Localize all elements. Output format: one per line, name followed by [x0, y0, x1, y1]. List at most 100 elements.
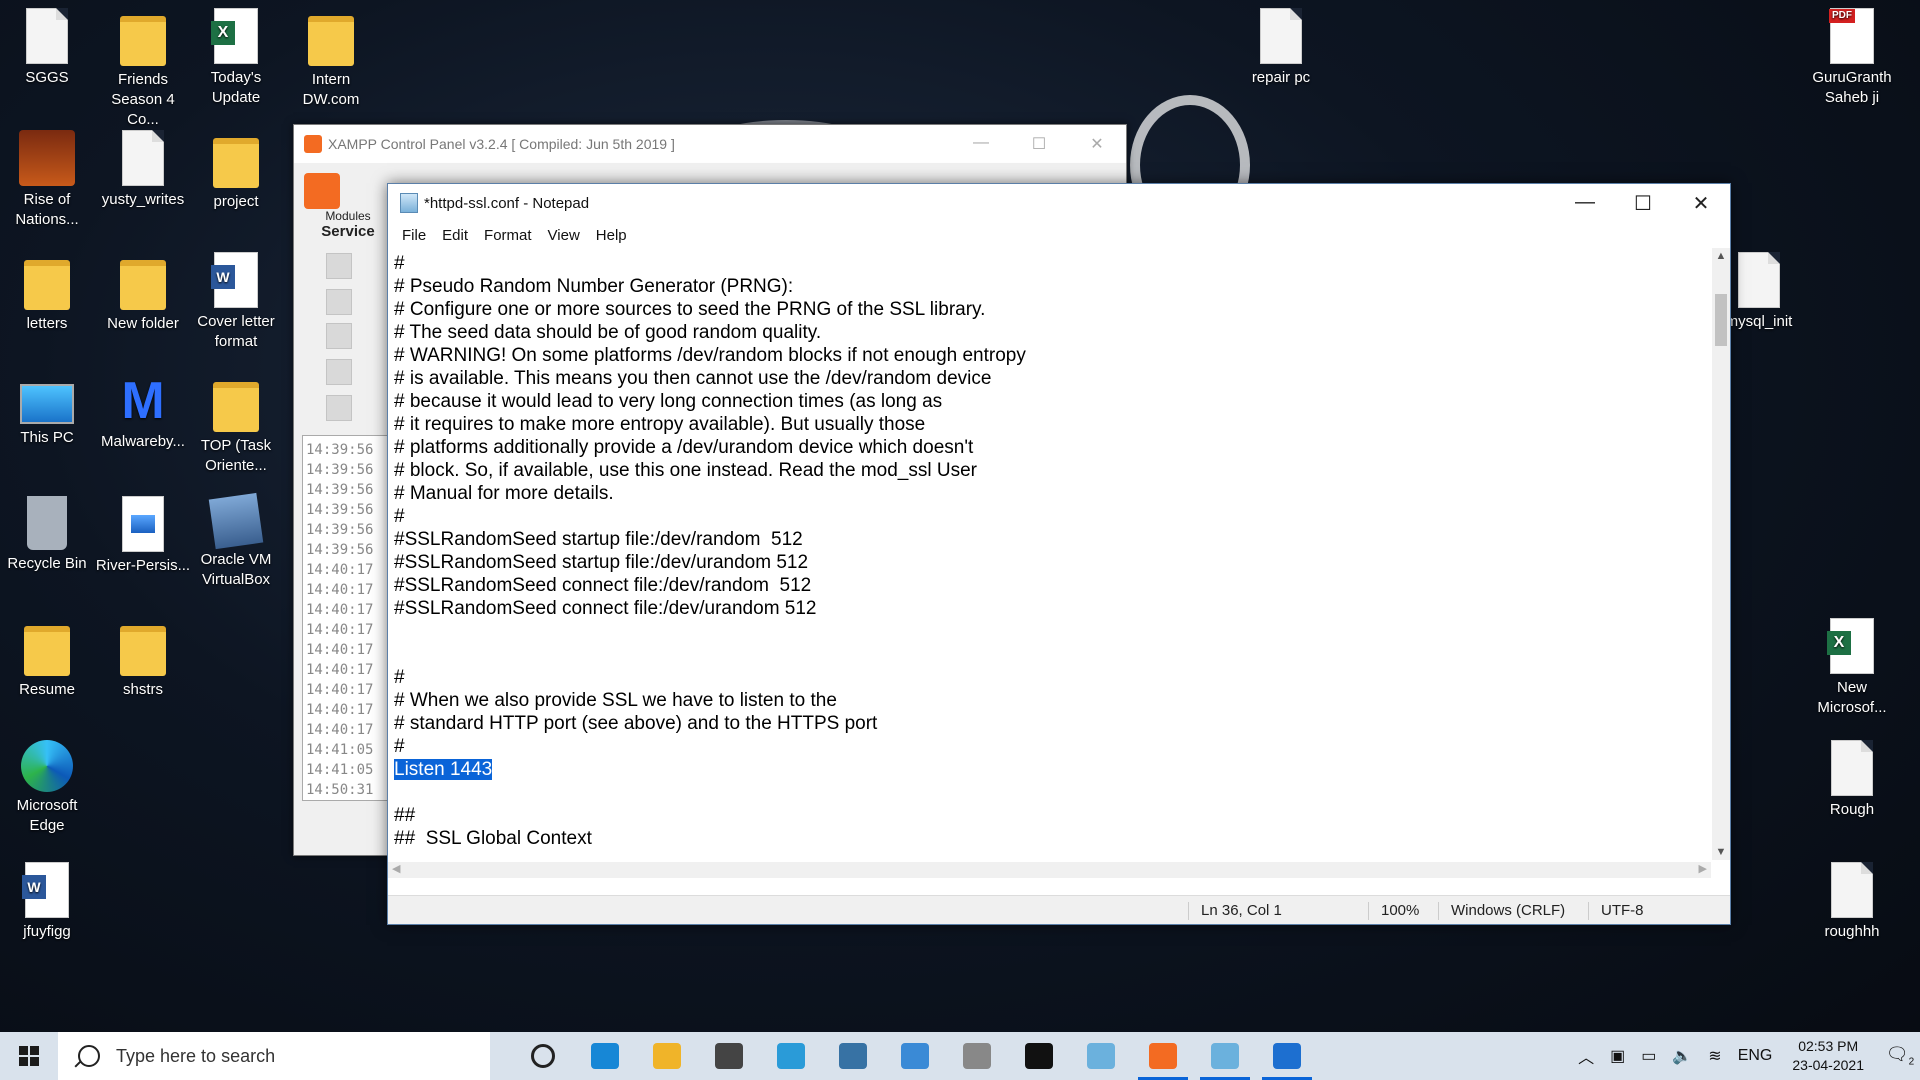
desktop-icon[interactable]: Today's Update: [188, 8, 284, 108]
taskbar-edge-button[interactable]: [574, 1032, 636, 1080]
line-text: # When we also provide SSL we have to li…: [394, 690, 837, 711]
desktop-icon[interactable]: Oracle VM VirtualBox: [188, 492, 284, 590]
desktop-icon[interactable]: Intern DW.com: [283, 8, 379, 110]
scroll-up-arrow-icon[interactable]: ▲: [1712, 250, 1730, 262]
vertical-scrollbar[interactable]: ▲ ▼: [1712, 248, 1730, 860]
text-line: [394, 781, 1711, 804]
desktop-icon[interactable]: GuruGranth Saheb ji: [1804, 8, 1900, 108]
desktop-icon[interactable]: This PC: [0, 374, 95, 448]
text-line: # because it would lead to very long con…: [394, 390, 1711, 413]
desktop-icon[interactable]: TOP (Task Oriente...: [188, 374, 284, 476]
taskbar-photos-button[interactable]: [1256, 1032, 1318, 1080]
scroll-left-arrow-icon[interactable]: ◀: [392, 862, 400, 875]
line-text: #: [394, 253, 405, 274]
desktop-icon[interactable]: New folder: [95, 252, 191, 334]
desktop-icon-label: project: [213, 193, 259, 210]
desktop-icon[interactable]: jfuyfigg: [0, 862, 95, 942]
taskbar-photos-app-button[interactable]: [946, 1032, 1008, 1080]
text-line: # The seed data should be of good random…: [394, 321, 1711, 344]
menu-edit[interactable]: Edit: [434, 227, 476, 244]
desktop-icon[interactable]: shstrs: [95, 618, 191, 700]
taskbar-python-button[interactable]: [822, 1032, 884, 1080]
desktop-icon[interactable]: Rough: [1804, 740, 1900, 820]
desktop-icon[interactable]: Microsoft Edge: [0, 740, 95, 836]
desktop-icon[interactable]: Cover letter format: [188, 252, 284, 352]
device-icon[interactable]: ▣: [1610, 1046, 1625, 1066]
desktop-icon[interactable]: yusty_writes: [95, 130, 191, 210]
taskbar-file-explorer-button[interactable]: [636, 1032, 698, 1080]
menu-format[interactable]: Format: [476, 227, 540, 244]
notepad-window[interactable]: *httpd-ssl.conf - Notepad — ☐ ✕ File Edi…: [387, 183, 1731, 925]
notepad-minimize-button[interactable]: —: [1556, 191, 1614, 216]
desktop-icon[interactable]: roughhh: [1804, 862, 1900, 942]
line-text: # is available. This means you then cann…: [394, 368, 992, 389]
line-text: #SSLRandomSeed connect file:/dev/urandom…: [394, 598, 817, 619]
taskbar-notepad2-button[interactable]: [1194, 1032, 1256, 1080]
scroll-right-arrow-icon[interactable]: ▶: [1699, 862, 1707, 875]
battery-icon[interactable]: ▭: [1641, 1046, 1656, 1066]
desktop-icon[interactable]: Friends Season 4 Co...: [95, 8, 191, 130]
show-hidden-icons-chevron-icon[interactable]: ︿: [1578, 1044, 1594, 1068]
desktop-icon[interactable]: repair pc: [1233, 8, 1329, 88]
python-icon: [839, 1043, 867, 1069]
taskbar-notepad-app-button[interactable]: [1070, 1032, 1132, 1080]
xampp-titlebar[interactable]: XAMPP Control Panel v3.2.4 [ Compiled: J…: [294, 125, 1126, 163]
settings-icon: [715, 1043, 743, 1069]
taskbar-task-view-button[interactable]: [512, 1032, 574, 1080]
desktop-icon[interactable]: Malwareby...: [95, 374, 191, 452]
service-checkbox[interactable]: [326, 289, 352, 315]
language-indicator[interactable]: ENG: [1738, 1047, 1773, 1065]
vbox-icon: [208, 492, 264, 550]
text-line: # is available. This means you then cann…: [394, 367, 1711, 390]
wifi-icon[interactable]: ≋: [1708, 1046, 1721, 1066]
malware-icon: [120, 374, 166, 428]
start-button[interactable]: [0, 1032, 58, 1080]
menu-view[interactable]: View: [540, 227, 588, 244]
taskbar-terminal-button[interactable]: [1008, 1032, 1070, 1080]
taskbar: Type here to search ︿ ▣ ▭ 🔈 ≋ ENG 02:53 …: [0, 1032, 1920, 1080]
notepad-title: *httpd-ssl.conf - Notepad: [424, 194, 590, 212]
notepad-maximize-button[interactable]: ☐: [1614, 191, 1672, 216]
desktop-icon[interactable]: New Microsof...: [1804, 618, 1900, 718]
menu-file[interactable]: File: [394, 227, 434, 244]
taskbar-snipping-button[interactable]: [760, 1032, 822, 1080]
desktop-icon-label: Intern DW.com: [302, 71, 360, 108]
notepad-close-button[interactable]: ✕: [1672, 191, 1730, 216]
service-checkbox[interactable]: [326, 395, 352, 421]
desktop-icon[interactable]: River-Persis...: [95, 496, 191, 576]
service-checkbox[interactable]: [326, 323, 352, 349]
xampp-close-button[interactable]: ✕: [1068, 134, 1126, 154]
desktop-icon-label: Resume: [19, 681, 75, 698]
notepad-app-icon: [1087, 1043, 1115, 1069]
scroll-thumb[interactable]: [1715, 294, 1727, 346]
menu-help[interactable]: Help: [588, 227, 635, 244]
notepad-titlebar[interactable]: *httpd-ssl.conf - Notepad — ☐ ✕: [388, 184, 1730, 222]
desktop-icon-label: shstrs: [122, 681, 163, 698]
taskbar-settings-button[interactable]: [698, 1032, 760, 1080]
xampp-minimize-button[interactable]: —: [952, 134, 1010, 154]
volume-icon[interactable]: 🔈: [1672, 1046, 1692, 1066]
taskbar-clock[interactable]: 02:53 PM 23-04-2021: [1792, 1037, 1864, 1075]
taskbar-xampp-button[interactable]: [1132, 1032, 1194, 1080]
edge-icon: [591, 1043, 619, 1069]
notification-center-icon[interactable]: 🗨2: [1880, 1044, 1920, 1068]
desktop-icon[interactable]: Rise of Nations...: [0, 130, 95, 230]
scroll-down-arrow-icon[interactable]: ▼: [1712, 846, 1730, 858]
folder-icon: [24, 626, 70, 676]
line-text: #SSLRandomSeed startup file:/dev/urandom…: [394, 552, 809, 573]
horizontal-scrollbar[interactable]: ◀ ▶: [388, 862, 1711, 878]
service-checkbox[interactable]: [326, 359, 352, 385]
xampp-maximize-button[interactable]: ☐: [1010, 134, 1068, 154]
desktop-icon[interactable]: Recycle Bin: [0, 496, 95, 574]
taskbar-search-box[interactable]: Type here to search: [58, 1032, 490, 1080]
service-checkbox[interactable]: [326, 253, 352, 279]
desktop-icon[interactable]: Resume: [0, 618, 95, 700]
notepad-text-area[interactable]: # # Pseudo Random Number Generator (PRNG)…: [388, 248, 1711, 860]
taskbar-remote-button[interactable]: [884, 1032, 946, 1080]
desktop-icon[interactable]: SGGS: [0, 8, 95, 88]
recycle-icon: [27, 496, 67, 550]
desktop-icon[interactable]: project: [188, 130, 284, 212]
desktop-icon[interactable]: letters: [0, 252, 95, 334]
clock-date: 23-04-2021: [1792, 1057, 1864, 1073]
windows-logo-icon: [19, 1046, 39, 1066]
